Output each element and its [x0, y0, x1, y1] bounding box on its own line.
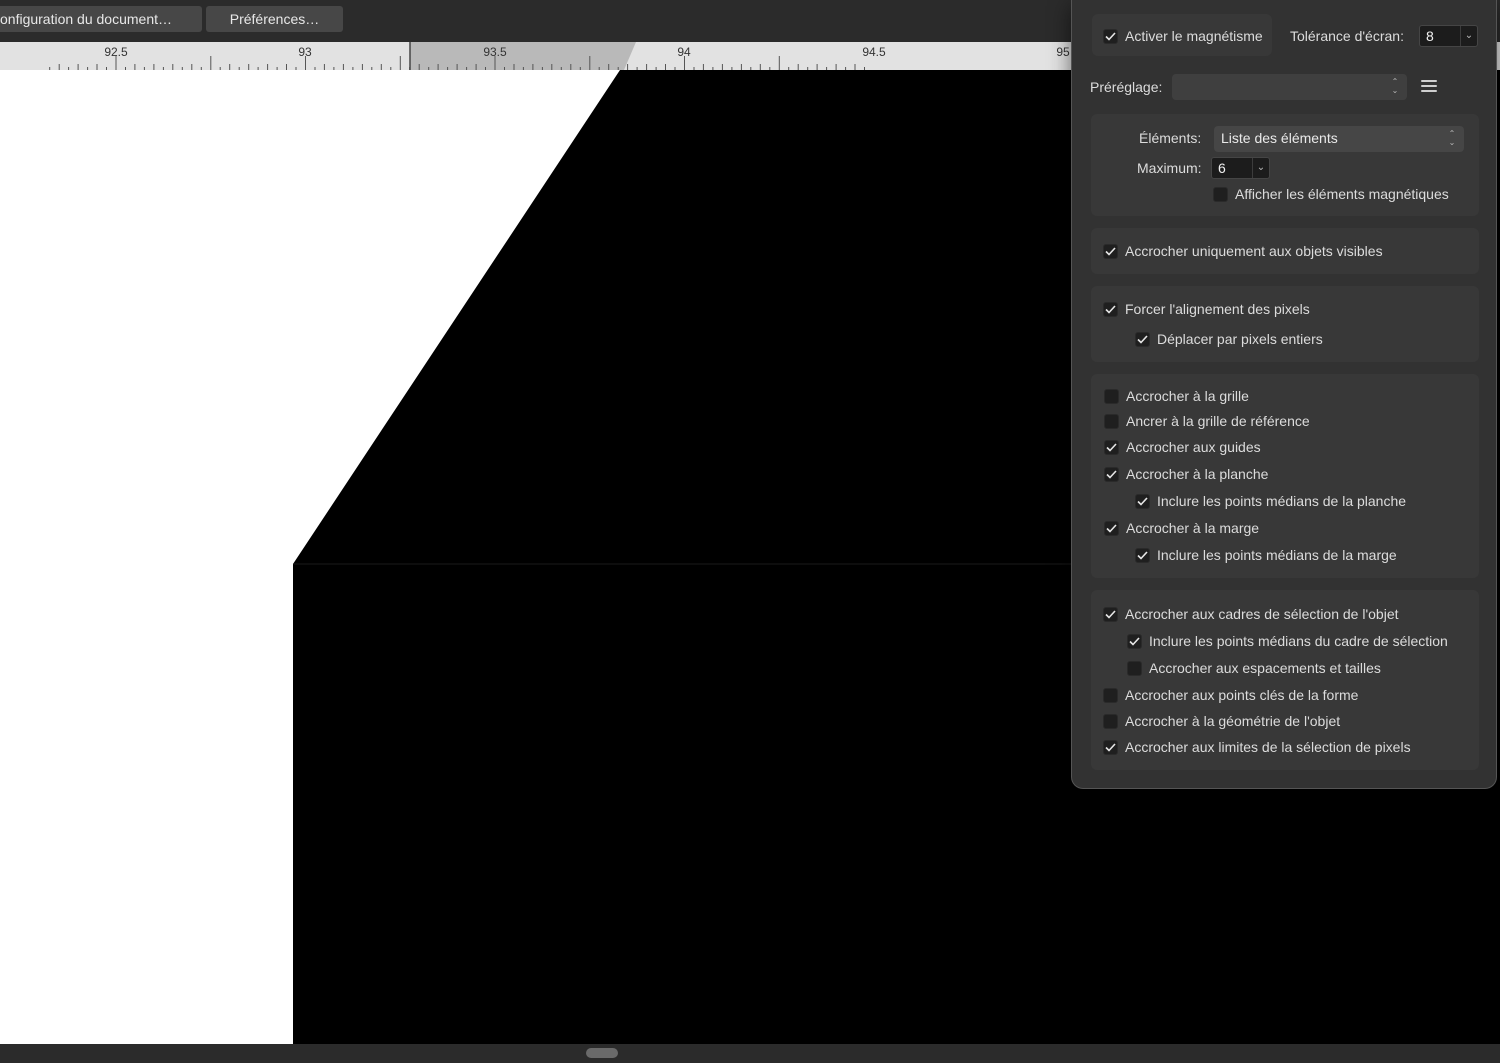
checkmark-icon — [1106, 523, 1117, 533]
option-label: Déplacer par pixels entiers — [1157, 331, 1323, 347]
option-label: Accrocher à la marge — [1126, 520, 1260, 536]
checkbox-box — [1213, 186, 1228, 202]
checkbox-box — [1104, 520, 1119, 536]
tolerance-field[interactable]: 8 ⌄ — [1419, 25, 1478, 47]
snap-to-margin-checkbox[interactable]: Accrocher à la marge — [1104, 518, 1259, 538]
checkmark-icon — [1129, 636, 1140, 646]
ruler-label: 94.5 — [862, 45, 886, 59]
option-label: Inclure les points médians du cadre de s… — [1149, 633, 1448, 649]
show-candidates-checkbox[interactable]: Afficher les éléments magnétiques — [1213, 184, 1449, 204]
margin-midpoints-checkbox[interactable]: Inclure les points médians de la marge — [1135, 545, 1397, 565]
candidates-label: Éléments: — [1139, 130, 1202, 146]
preset-menu-icon[interactable] — [1421, 80, 1437, 96]
force-pixel-alignment-checkbox[interactable]: Forcer l'alignement des pixels — [1103, 299, 1310, 319]
option-label: Accrocher aux cadres de sélection de l'o… — [1125, 606, 1399, 622]
option-label: Ancrer à la grille de référence — [1126, 413, 1310, 429]
option-label: Accrocher à la géométrie de l'objet — [1125, 713, 1341, 729]
checkmark-icon — [1105, 246, 1116, 256]
snap-to-spread-checkbox[interactable]: Accrocher à la planche — [1104, 464, 1268, 484]
chevron-down-icon[interactable]: ⌄ — [1252, 158, 1269, 178]
option-label: Inclure les points médians de la marge — [1157, 547, 1397, 563]
checkbox-box — [1127, 633, 1142, 649]
ruler-selection-highlight — [410, 42, 636, 70]
checkmark-icon — [1105, 31, 1116, 41]
updown-arrows-icon: ⌃ ⌄ — [1448, 129, 1456, 147]
maximum-field[interactable]: 6 ⌄ — [1211, 157, 1270, 179]
checkbox-box — [1103, 243, 1118, 259]
snapping-popover: Activer le magnétisme Tolérance d'écran:… — [1071, 0, 1497, 789]
checkmark-icon — [1137, 334, 1148, 344]
ruler-label: 92.5 — [104, 45, 128, 59]
maximum-label: Maximum: — [1137, 160, 1202, 176]
ruler-label: 94 — [677, 45, 691, 59]
checkbox-box — [1135, 331, 1150, 347]
checkmark-icon — [1137, 496, 1148, 506]
option-label: Accrocher à la planche — [1126, 466, 1269, 482]
checkmark-icon — [1105, 742, 1116, 752]
option-label: Accrocher aux limites de la sélection de… — [1125, 739, 1411, 755]
checkmark-icon — [1105, 304, 1116, 314]
tolerance-value: 8 — [1426, 28, 1434, 44]
snap-to-reference-grid-checkbox[interactable]: Ancrer à la grille de référence — [1104, 411, 1310, 431]
move-whole-pixels-checkbox[interactable]: Déplacer par pixels entiers — [1135, 329, 1323, 349]
option-label: Afficher les éléments magnétiques — [1235, 186, 1449, 202]
checkbox-box — [1103, 687, 1118, 703]
candidates-select[interactable]: Liste des éléments ⌃ ⌄ — [1214, 126, 1464, 152]
snap-to-bounding-boxes-checkbox[interactable]: Accrocher aux cadres de sélection de l'o… — [1103, 604, 1399, 624]
ruler-label: 93 — [298, 45, 312, 59]
snap-to-geometry-checkbox[interactable]: Accrocher à la géométrie de l'objet — [1103, 711, 1340, 731]
preset-label: Préréglage: — [1090, 79, 1163, 95]
option-label: Accrocher uniquement aux objets visibles — [1125, 243, 1383, 259]
horizontal-scrollbar[interactable] — [0, 1044, 1500, 1063]
ruler-label: 93.5 — [483, 45, 507, 59]
preferences-button[interactable]: Préférences… — [206, 6, 343, 32]
snap-to-pixel-selection-checkbox[interactable]: Accrocher aux limites de la sélection de… — [1103, 737, 1411, 757]
checkbox-box — [1104, 388, 1119, 404]
checkbox-box — [1104, 466, 1119, 482]
option-label: Accrocher aux points clés de la forme — [1125, 687, 1359, 703]
checkbox-box — [1103, 713, 1118, 729]
checkbox-box — [1103, 301, 1118, 317]
checkmark-icon — [1106, 442, 1117, 452]
option-label: Accrocher aux espacements et tailles — [1149, 660, 1381, 676]
checkmark-icon — [1106, 469, 1117, 479]
snap-to-key-points-checkbox[interactable]: Accrocher aux points clés de la forme — [1103, 685, 1358, 705]
chevron-down-icon[interactable]: ⌄ — [1460, 26, 1477, 46]
checkmark-icon — [1137, 550, 1148, 560]
snap-visible-only-checkbox[interactable]: Accrocher uniquement aux objets visibles — [1103, 241, 1383, 261]
checkbox-box — [1103, 606, 1118, 622]
enable-snapping-checkbox[interactable]: Activer le magnétisme — [1103, 26, 1263, 46]
bounding-box-midpoints-checkbox[interactable]: Inclure les points médians du cadre de s… — [1127, 631, 1448, 651]
checkbox-box — [1103, 28, 1118, 44]
checkbox-box — [1104, 439, 1119, 455]
checkbox-box — [1103, 739, 1118, 755]
white-shape — [0, 70, 620, 1044]
updown-arrows-icon: ⌃ ⌄ — [1391, 77, 1399, 95]
scrollbar-thumb[interactable] — [586, 1048, 618, 1058]
checkbox-box — [1135, 493, 1150, 509]
option-label: Accrocher à la grille — [1126, 388, 1249, 404]
checkbox-box — [1127, 660, 1142, 676]
checkmark-icon — [1105, 609, 1116, 619]
tolerance-label: Tolérance d'écran: — [1290, 28, 1404, 44]
option-label: Accrocher aux guides — [1126, 439, 1261, 455]
checkbox-box — [1104, 413, 1119, 429]
document-setup-button[interactable]: onfiguration du document… — [0, 6, 202, 32]
snap-to-grid-checkbox[interactable]: Accrocher à la grille — [1104, 386, 1249, 406]
maximum-value: 6 — [1218, 160, 1226, 176]
ruler-label: 95 — [1056, 45, 1070, 59]
option-label: Forcer l'alignement des pixels — [1125, 301, 1310, 317]
snap-to-guides-checkbox[interactable]: Accrocher aux guides — [1104, 437, 1261, 457]
pixel-alignment-group — [1091, 286, 1479, 362]
option-label: Inclure les points médians de la planche — [1157, 493, 1407, 509]
preset-select[interactable]: ⌃ ⌄ — [1172, 74, 1407, 100]
checkbox-box — [1135, 547, 1150, 563]
spread-midpoints-checkbox[interactable]: Inclure les points médians de la planche — [1135, 491, 1406, 511]
enable-snapping-label: Activer le magnétisme — [1125, 28, 1263, 44]
snap-to-spacing-checkbox[interactable]: Accrocher aux espacements et tailles — [1127, 658, 1381, 678]
candidates-value: Liste des éléments — [1221, 130, 1338, 146]
